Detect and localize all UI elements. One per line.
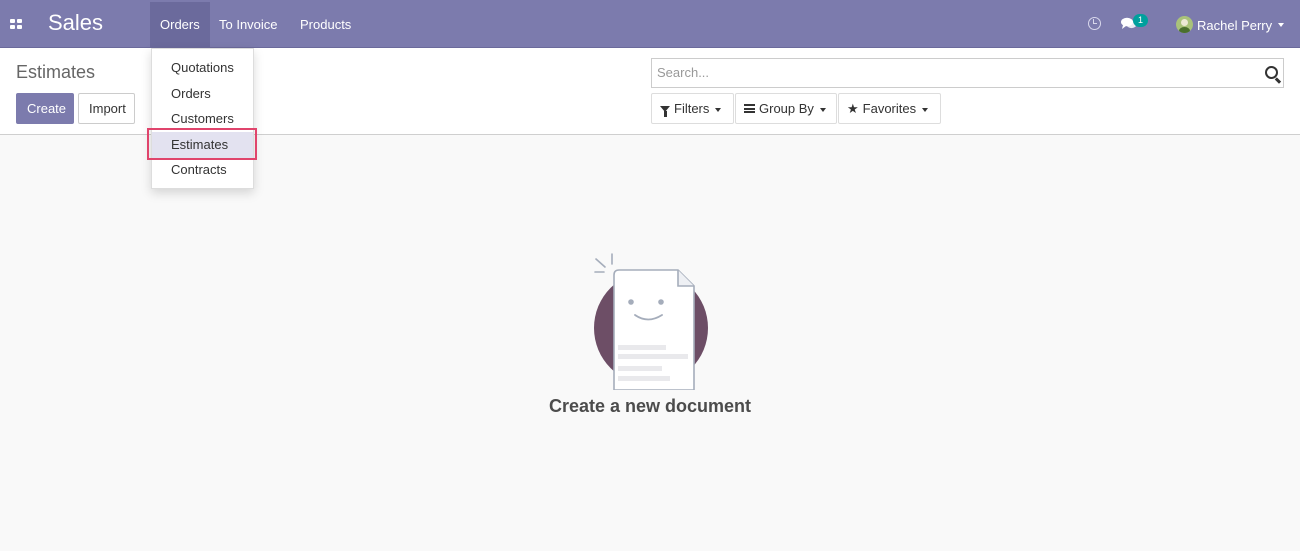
apps-menu-icon[interactable] [10, 19, 22, 30]
group-by-bars-icon [744, 104, 755, 113]
filters-label: Filters [674, 101, 710, 116]
user-menu-caret-icon[interactable] [1278, 23, 1284, 27]
filters-caret-icon [715, 107, 722, 112]
group-by-button[interactable]: Group By [735, 93, 837, 124]
estimates-highlight-box [147, 128, 257, 160]
user-avatar[interactable] [1176, 16, 1193, 33]
empty-state-message: Create a new document [548, 396, 752, 416]
menu-orders[interactable]: Orders [150, 2, 210, 47]
favorites-caret-icon [922, 107, 929, 112]
favorites-label: Favorites [862, 101, 917, 116]
group-by-caret-icon [819, 107, 826, 112]
dropdown-item-quotations[interactable]: Quotations [152, 55, 253, 81]
empty-document-illustration [594, 253, 708, 390]
import-button[interactable]: Import [78, 93, 135, 124]
user-menu-name[interactable]: Rachel Perry [1197, 18, 1272, 33]
search-icon[interactable] [1265, 66, 1278, 79]
search-box [651, 58, 1284, 88]
app-title[interactable]: Sales [48, 10, 103, 36]
menu-to-invoice[interactable]: To Invoice [209, 2, 288, 47]
activity-clock-icon[interactable] [1088, 17, 1101, 30]
dropdown-item-orders[interactable]: Orders [152, 81, 253, 107]
orders-dropdown-menu: Quotations Orders Customers Estimates Co… [151, 48, 254, 189]
create-button[interactable]: Create [16, 93, 74, 124]
filter-icon [660, 106, 670, 117]
star-icon: ★ [847, 101, 859, 116]
group-by-label: Group By [759, 101, 814, 116]
chat-counter-badge: 1 [1133, 14, 1148, 27]
favorites-button[interactable]: ★ Favorites [838, 93, 941, 124]
top-navbar: Sales Orders To Invoice Products 1 Rache… [0, 0, 1300, 48]
page-title: Estimates [16, 62, 96, 82]
filters-button[interactable]: Filters [651, 93, 734, 124]
search-input[interactable] [657, 65, 1247, 80]
dropdown-item-contracts[interactable]: Contracts [152, 157, 253, 183]
menu-products[interactable]: Products [290, 2, 361, 47]
